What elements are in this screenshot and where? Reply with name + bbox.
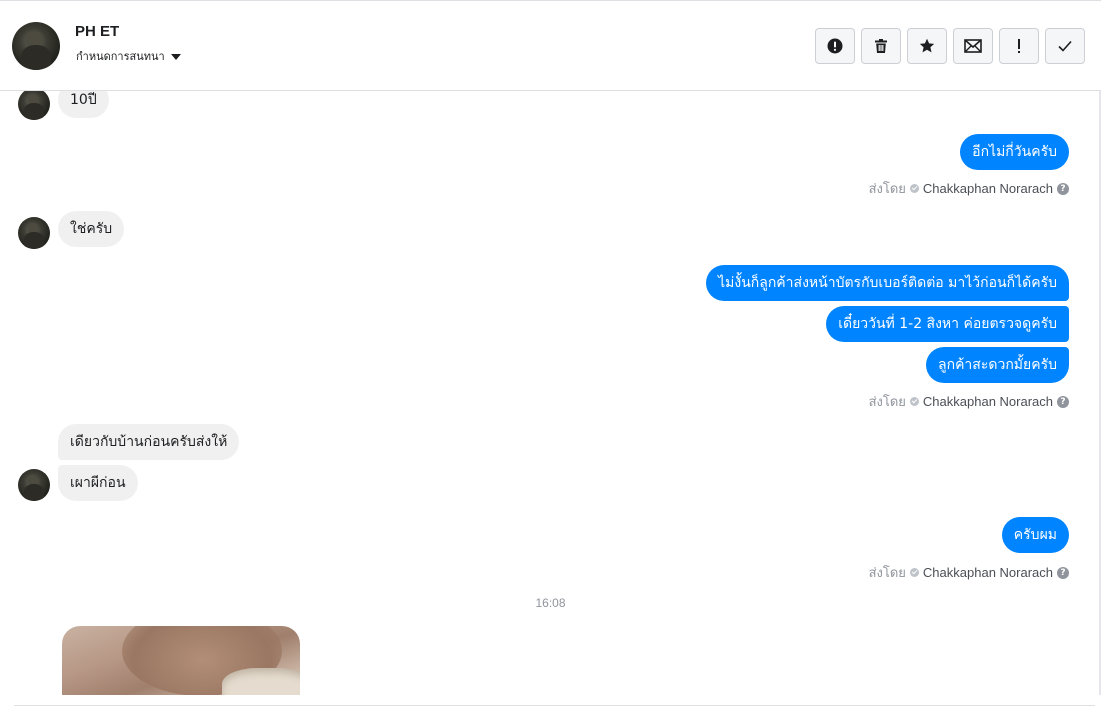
contact-avatar-small [18, 469, 50, 501]
mark-unread-button[interactable] [953, 28, 993, 64]
mark-spam-button[interactable] [815, 28, 855, 64]
outgoing-message[interactable]: ไม่งั้นก็ลูกค้าส่งหน้าบัตรกับเบอร์ติดต่อ… [706, 265, 1069, 301]
incoming-message[interactable]: เดียวกับบ้านก่อนครับส่งให้ [58, 424, 240, 460]
agent-name[interactable]: Chakkaphan Norarach [923, 565, 1053, 580]
contact-avatar-small [18, 91, 50, 120]
help-icon[interactable]: ? [1057, 182, 1069, 195]
alert-circle-icon [827, 38, 843, 54]
sent-by-info: ส่งโดย Chakkaphan Norarach ? [869, 178, 1069, 199]
assign-conversation-dropdown[interactable]: กำหนดการสนทนา [76, 47, 181, 65]
incoming-photo-attachment[interactable] [62, 626, 300, 695]
verified-check-icon [909, 568, 919, 577]
message-thread[interactable]: 10ปี อีกไม่กี่วันครับ ส่งโดย Chakkaphan … [0, 91, 1101, 695]
incoming-message[interactable]: เผาผีก่อน [58, 465, 138, 501]
envelope-icon [964, 39, 982, 53]
follow-up-button[interactable] [999, 28, 1039, 64]
verified-check-icon [909, 184, 919, 193]
message-timestamp: 16:08 [535, 596, 566, 610]
caret-down-icon [170, 53, 181, 60]
outgoing-message[interactable]: ลูกค้าสะดวกมั้ยครับ [926, 347, 1069, 383]
agent-name[interactable]: Chakkaphan Norarach [923, 394, 1053, 409]
sent-by-label: ส่งโดย [868, 181, 906, 196]
composer-divider [14, 705, 1095, 706]
sent-by-info: ส่งโดย Chakkaphan Norarach ? [869, 391, 1069, 412]
verified-check-icon [909, 397, 919, 406]
help-icon[interactable]: ? [1057, 566, 1069, 579]
contact-avatar[interactable] [12, 22, 60, 70]
star-button[interactable] [907, 28, 947, 64]
conversation-header: PH ET กำหนดการสนทนา [0, 1, 1101, 91]
agent-name[interactable]: Chakkaphan Norarach [923, 181, 1053, 196]
trash-icon [875, 39, 887, 53]
exclamation-icon [1018, 39, 1020, 53]
outgoing-message[interactable]: เดี๋ยววันที่ 1-2 สิงหา ค่อยตรวจดูครับ [826, 306, 1069, 342]
sent-by-info: ส่งโดย Chakkaphan Norarach ? [869, 562, 1069, 583]
contact-avatar-small [18, 217, 50, 249]
sent-by-label: ส่งโดย [868, 394, 906, 409]
incoming-message[interactable]: ใช่ครับ [58, 211, 125, 247]
conversation-toolbar [815, 28, 1085, 64]
help-icon[interactable]: ? [1057, 395, 1069, 408]
messenger-conversation-view: PH ET กำหนดการสนทนา 10ปี อีกไม่กี่วันครั… [0, 0, 1101, 710]
incoming-message[interactable]: 10ปี [58, 91, 109, 118]
star-icon [919, 38, 935, 53]
outgoing-message[interactable]: อีกไม่กี่วันครับ [960, 134, 1069, 170]
assign-conversation-label: กำหนดการสนทนา [76, 50, 165, 63]
sent-by-label: ส่งโดย [868, 565, 906, 580]
mark-done-button[interactable] [1045, 28, 1085, 64]
delete-button[interactable] [861, 28, 901, 64]
check-icon [1058, 40, 1072, 52]
outgoing-message[interactable]: ครับผม [1001, 517, 1069, 553]
contact-name[interactable]: PH ET [75, 23, 119, 40]
